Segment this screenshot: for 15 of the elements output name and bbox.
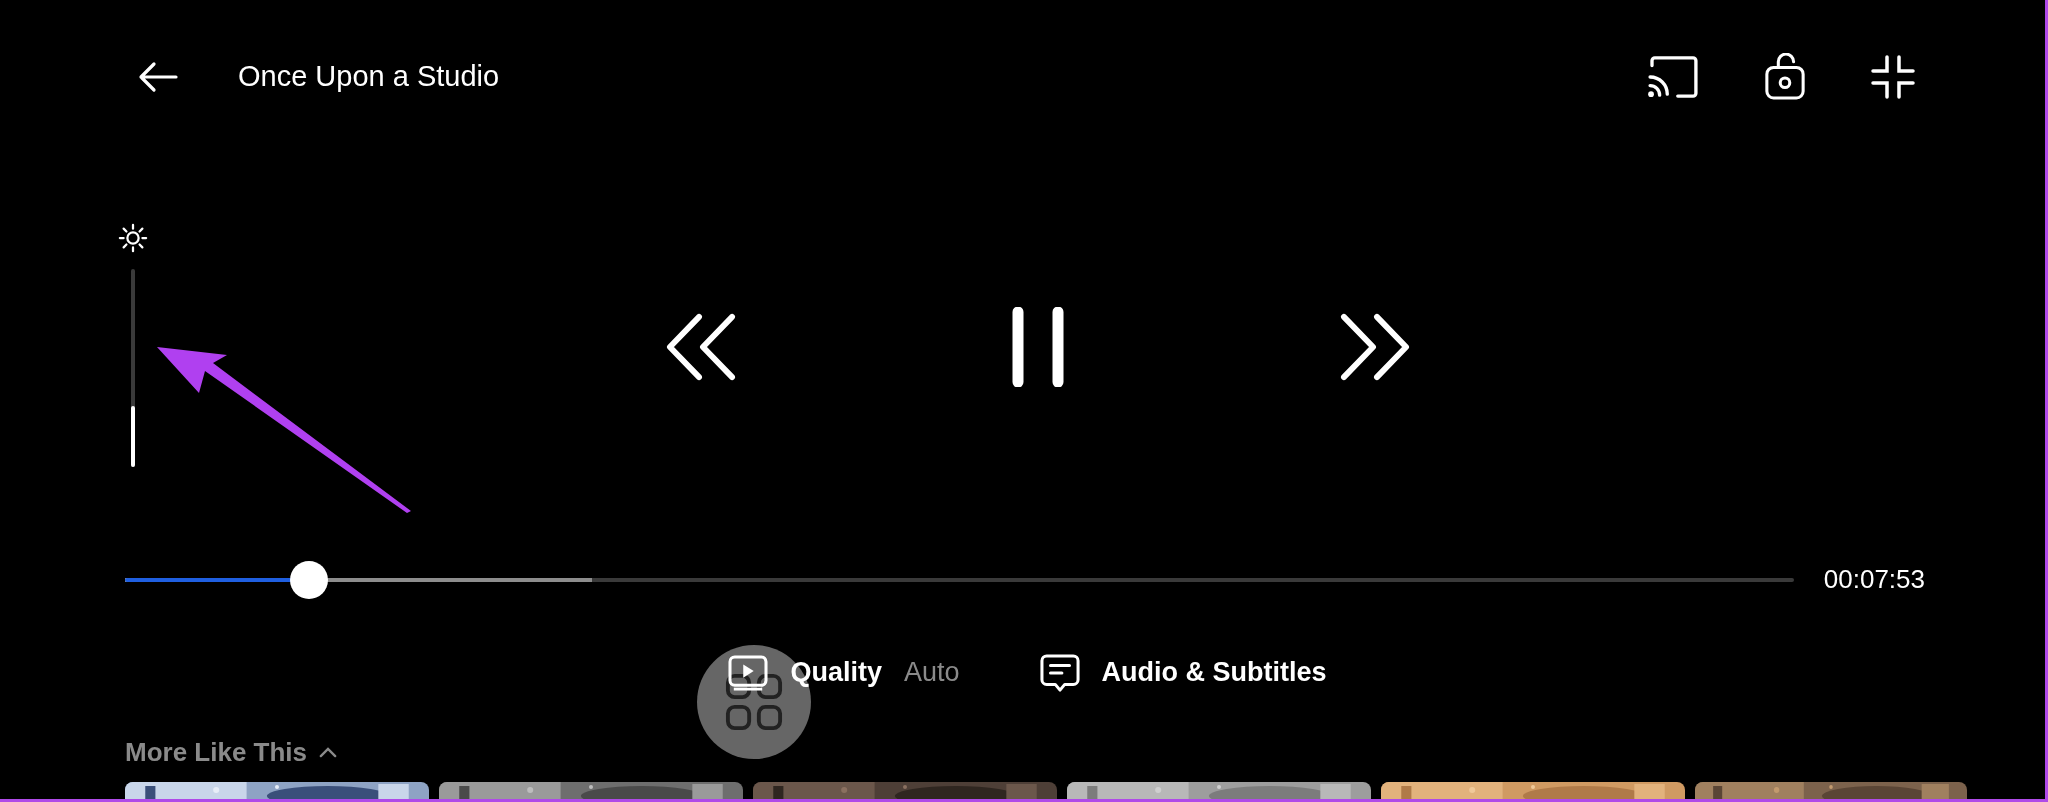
brightness-slider[interactable] [131, 269, 135, 468]
video-title: Once Upon a Studio [238, 60, 500, 94]
cast-icon[interactable] [1647, 55, 1699, 98]
brightness-icon [118, 223, 148, 254]
back-icon[interactable] [138, 60, 178, 93]
more-like-this-toggle[interactable]: More Like This [125, 737, 338, 768]
message-icon [1039, 653, 1080, 692]
exit-fullscreen-icon[interactable] [1871, 54, 1915, 99]
video-icon [728, 654, 769, 691]
grid-icon [725, 672, 783, 731]
quality-button[interactable]: Quality Auto [728, 654, 960, 691]
unlock-icon[interactable] [1764, 52, 1806, 101]
audio-subtitles-button[interactable]: Audio & Subtitles [1039, 653, 1327, 692]
elapsed-time: 00:07:53 [1823, 564, 1925, 595]
seek-bar[interactable] [125, 560, 1794, 599]
